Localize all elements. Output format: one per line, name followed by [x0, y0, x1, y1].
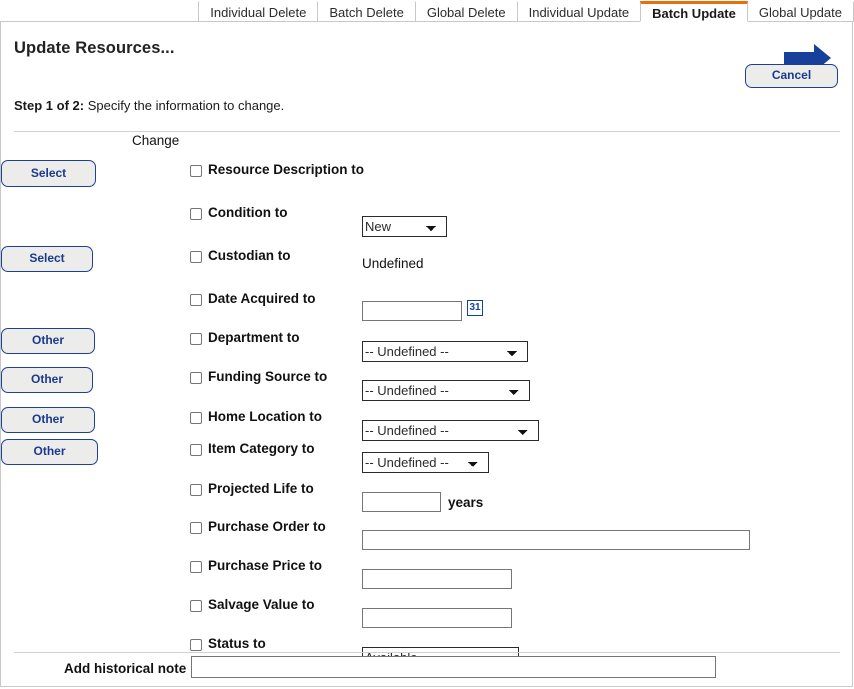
- row-resource-description: Resource Description to Select: [1, 160, 854, 188]
- label-projected-life: Projected Life to: [208, 481, 314, 496]
- tab-batch-delete[interactable]: Batch Delete: [317, 1, 415, 22]
- other-button-home-location[interactable]: Other: [1, 407, 95, 433]
- row-home-location: Home Location to -- Undefined -- Other: [1, 407, 854, 435]
- checkbox-funding-source[interactable]: [190, 372, 202, 384]
- tab-individual-update[interactable]: Individual Update: [517, 1, 641, 22]
- row-item-category: Item Category to -- Undefined -- Other: [1, 439, 854, 467]
- checkbox-projected-life[interactable]: [190, 484, 202, 496]
- label-date-acquired: Date Acquired to: [208, 291, 316, 306]
- divider-bottom: [14, 652, 840, 653]
- label-purchase-order: Purchase Order to: [208, 519, 326, 534]
- label-custodian: Custodian to: [208, 248, 291, 263]
- other-button-funding-source[interactable]: Other: [1, 367, 93, 393]
- row-custodian: Custodian to Undefined Select: [1, 246, 854, 274]
- row-funding-source: Funding Source to -- Undefined -- Other: [1, 367, 854, 395]
- step-description: Specify the information to change.: [84, 98, 284, 113]
- step-prefix: Step 1 of 2:: [14, 98, 84, 113]
- row-projected-life: Projected Life to years: [1, 479, 854, 507]
- label-home-location: Home Location to: [208, 409, 322, 424]
- select-department[interactable]: -- Undefined --: [362, 341, 528, 362]
- divider-top: [14, 131, 840, 132]
- calendar-icon[interactable]: 31: [467, 300, 483, 316]
- row-purchase-order: Purchase Order to: [1, 517, 854, 545]
- label-item-category: Item Category to: [208, 441, 315, 456]
- value-custodian: Undefined: [362, 256, 424, 271]
- checkbox-department[interactable]: [190, 333, 202, 345]
- tab-individual-delete[interactable]: Individual Delete: [198, 1, 318, 22]
- input-date-acquired[interactable]: [362, 301, 462, 321]
- row-date-acquired: Date Acquired to 31: [1, 289, 854, 317]
- select-home-location[interactable]: -- Undefined --: [362, 420, 539, 441]
- label-salvage-value: Salvage Value to: [208, 597, 315, 612]
- row-condition: Condition to New: [1, 203, 854, 231]
- checkbox-date-acquired[interactable]: [190, 294, 202, 306]
- other-button-item-category[interactable]: Other: [1, 439, 98, 465]
- checkbox-status[interactable]: [190, 639, 202, 651]
- checkbox-home-location[interactable]: [190, 412, 202, 424]
- cancel-button[interactable]: Cancel: [745, 64, 838, 88]
- checkbox-condition[interactable]: [190, 208, 202, 220]
- tab-bar: Individual Delete Batch Delete Global De…: [0, 0, 854, 22]
- input-projected-life[interactable]: [362, 492, 441, 512]
- tab-global-delete[interactable]: Global Delete: [415, 1, 518, 22]
- label-funding-source: Funding Source to: [208, 369, 327, 384]
- step-indicator: Step 1 of 2: Specify the information to …: [14, 98, 284, 113]
- select-item-category[interactable]: -- Undefined --: [362, 452, 489, 473]
- row-purchase-price: Purchase Price to: [1, 556, 854, 584]
- label-status: Status to: [208, 636, 266, 651]
- other-button-department[interactable]: Other: [1, 328, 95, 354]
- input-historical-note[interactable]: [191, 656, 716, 678]
- input-salvage-value[interactable]: [362, 608, 512, 628]
- checkbox-resource-description[interactable]: [190, 165, 202, 177]
- change-column-header: Change: [132, 133, 179, 148]
- checkbox-purchase-order[interactable]: [190, 522, 202, 534]
- select-button-resource-description[interactable]: Select: [1, 160, 96, 187]
- input-purchase-price[interactable]: [362, 569, 512, 589]
- row-department: Department to -- Undefined -- Other: [1, 328, 854, 356]
- checkbox-salvage-value[interactable]: [190, 600, 202, 612]
- tab-batch-update[interactable]: Batch Update: [640, 1, 748, 22]
- select-condition[interactable]: New: [362, 216, 447, 237]
- checkbox-custodian[interactable]: [190, 251, 202, 263]
- label-historical-note: Add historical note: [64, 661, 186, 676]
- row-salvage-value: Salvage Value to: [1, 595, 854, 623]
- unit-label-years: years: [448, 495, 483, 510]
- label-condition: Condition to: [208, 205, 287, 220]
- checkbox-purchase-price[interactable]: [190, 561, 202, 573]
- page-title: Update Resources...: [14, 39, 175, 58]
- input-purchase-order[interactable]: [362, 530, 750, 550]
- label-purchase-price: Purchase Price to: [208, 558, 322, 573]
- select-funding-source[interactable]: -- Undefined --: [362, 380, 530, 401]
- label-department: Department to: [208, 330, 300, 345]
- tab-global-update[interactable]: Global Update: [747, 1, 854, 22]
- content-panel: Update Resources... Cancel Step 1 of 2: …: [0, 21, 853, 687]
- checkbox-item-category[interactable]: [190, 444, 202, 456]
- select-button-custodian[interactable]: Select: [1, 246, 93, 272]
- label-resource-description: Resource Description to: [208, 162, 364, 177]
